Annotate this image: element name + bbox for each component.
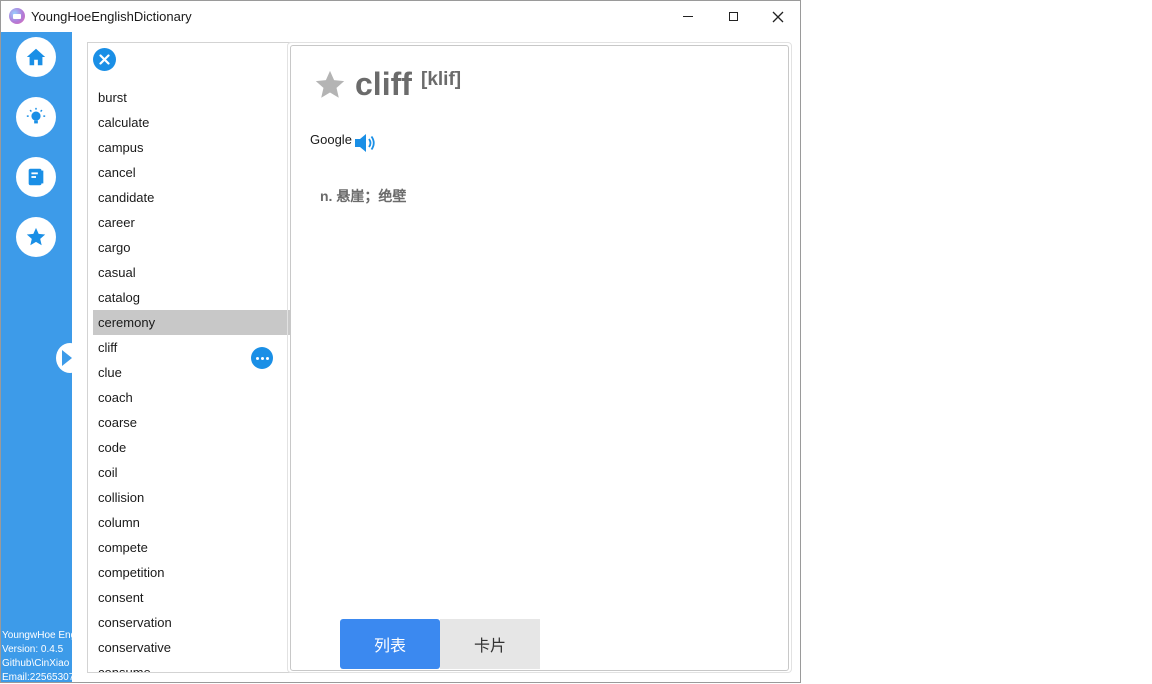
star-icon [26, 227, 46, 246]
definition: n. 悬崖；绝壁 [320, 188, 407, 204]
word-detail-panel: cliff [klif] Google n. 悬崖；绝壁 列表 卡片 [290, 45, 789, 671]
word-list-item[interactable]: calculate [93, 110, 291, 135]
close-window-button[interactable] [755, 1, 800, 32]
word-list-item[interactable]: conservative [93, 635, 291, 660]
word-list-item[interactable]: consent [93, 585, 291, 610]
more-dots-icon [255, 356, 259, 360]
word-list-item[interactable]: collision [93, 485, 291, 510]
app-window: YoungHoeEnglishDictionary YoungwHoe En V… [0, 0, 801, 683]
nav-idea-button[interactable] [16, 97, 56, 137]
word-list-item[interactable]: career [93, 210, 291, 235]
home-icon [26, 48, 46, 66]
word-list-item[interactable]: casual [93, 260, 291, 285]
favorite-star-icon[interactable] [313, 68, 347, 102]
nav-favorites-button[interactable] [16, 217, 56, 257]
word-list-item[interactable]: cancel [93, 160, 291, 185]
version-line: Version: 0.4.5 [2, 644, 64, 655]
app-name-line: YoungwHoe English Dictionary [2, 630, 72, 641]
word-list-item[interactable]: competition [93, 560, 291, 585]
word-list-item[interactable]: coarse [93, 410, 291, 435]
speaker-icon[interactable] [354, 132, 378, 154]
app-logo-icon [9, 8, 25, 24]
list-view-button[interactable]: 列表 [340, 619, 440, 669]
word-list-item[interactable]: coil [93, 460, 291, 485]
word-list-item[interactable]: coach [93, 385, 291, 410]
close-icon [99, 54, 110, 65]
lightbulb-icon [26, 107, 46, 124]
maximize-icon [728, 12, 738, 21]
word-list-item[interactable]: conservation [93, 610, 291, 635]
pronunciation-source: Google [310, 132, 352, 147]
word-list: burst calculate campus cancel candidate caree… [93, 85, 291, 672]
word-list-item[interactable]: campus [93, 135, 291, 160]
word-list-item[interactable]: catalog [93, 285, 291, 310]
more-options-button[interactable] [251, 347, 273, 369]
maximize-button[interactable] [710, 1, 756, 32]
title-bar: YoungHoeEnglishDictionary [1, 1, 800, 32]
word-list-item[interactable]: compete [93, 535, 291, 560]
headword: cliff [355, 66, 412, 102]
word-list-item[interactable]: candidate [93, 185, 291, 210]
window-title: YoungHoeEnglishDictionary [31, 9, 192, 24]
nav-notebook-button[interactable] [16, 157, 56, 197]
word-list-item[interactable]: consume [93, 660, 291, 672]
word-list-panel: burst calculate campus cancel candidate caree… [87, 42, 292, 673]
github-line: Github\CinXiao [2, 658, 70, 669]
close-list-button[interactable] [93, 48, 116, 71]
minimize-icon [683, 16, 693, 17]
word-list-item[interactable]: burst [93, 85, 291, 110]
minimize-button[interactable] [665, 1, 711, 32]
app-info: YoungwHoe English Dictionary Version: 0.… [2, 629, 72, 683]
email-line: Email:2256530726 [2, 672, 72, 683]
nav-home-button[interactable] [16, 37, 56, 77]
play-arrow-icon [62, 350, 72, 366]
phonetic: [klif] [421, 69, 462, 90]
notebook-icon [28, 168, 44, 186]
word-list-item[interactable]: ceremony [93, 310, 291, 335]
close-icon [772, 11, 784, 22]
word-list-item[interactable]: column [93, 510, 291, 535]
word-list-item[interactable]: code [93, 435, 291, 460]
toggle-panel-button[interactable] [56, 343, 84, 373]
card-view-button[interactable]: 卡片 [440, 619, 540, 669]
word-list-item[interactable]: cargo [93, 235, 291, 260]
